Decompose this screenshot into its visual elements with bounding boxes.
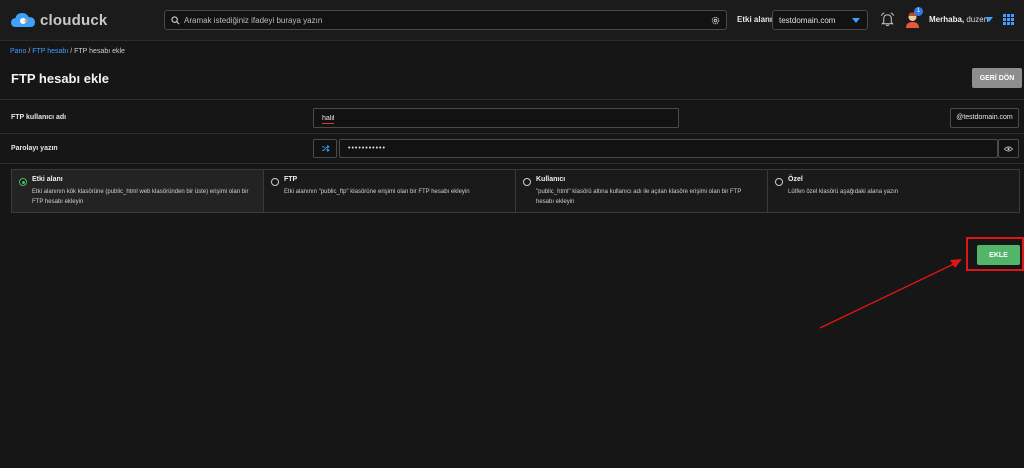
annotation-arrow [819, 259, 962, 329]
add-button[interactable]: EKLE [977, 245, 1020, 265]
